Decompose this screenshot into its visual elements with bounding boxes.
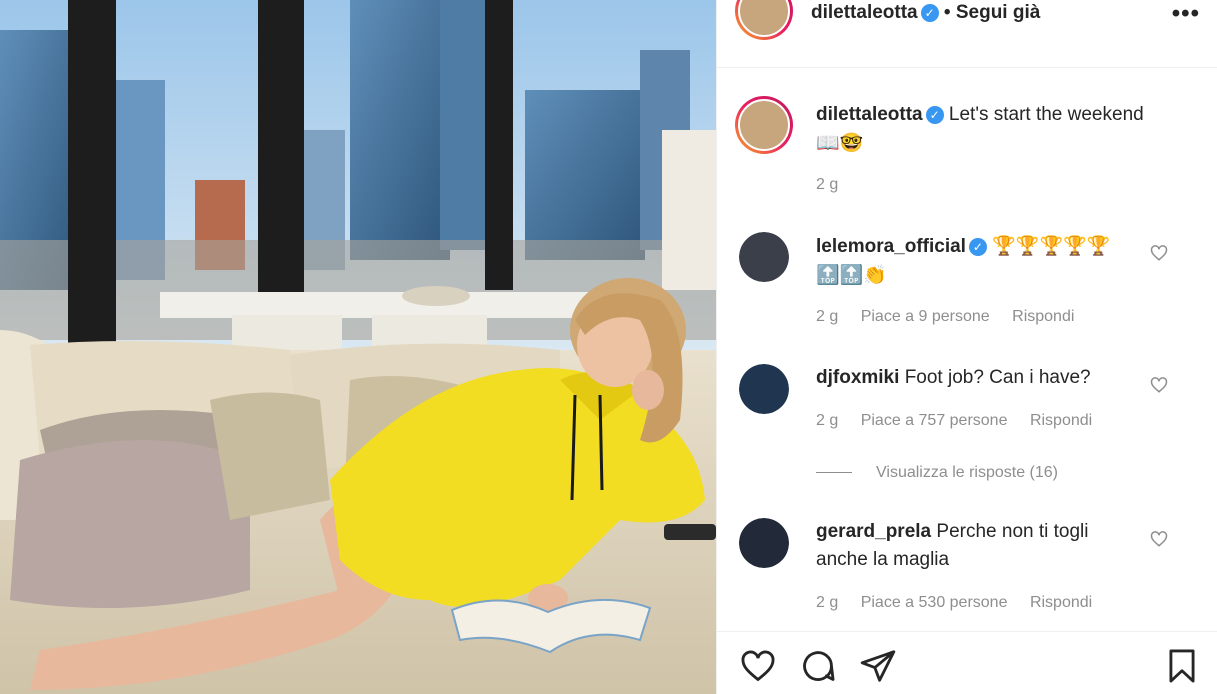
caption-time[interactable]: 2 g <box>816 176 838 194</box>
commenter-avatar[interactable] <box>739 518 789 568</box>
view-replies-label: Visualizza le risposte (16) <box>876 464 1059 481</box>
commenter-username[interactable]: gerard_prela <box>816 521 931 542</box>
caption-text: Let's start the weekend <box>948 104 1144 125</box>
commenter-username[interactable]: lelemora_official <box>816 236 966 257</box>
share-icon[interactable] <box>859 647 897 685</box>
caption-username[interactable]: dilettaleotta <box>816 104 923 125</box>
heart-icon[interactable] <box>739 647 777 685</box>
author-username[interactable]: dilettaleotta <box>811 2 918 23</box>
verified-icon: ✓ <box>920 3 939 22</box>
comment-likes[interactable]: Piace a 757 persone <box>861 412 1008 429</box>
more-icon[interactable]: ••• <box>1172 0 1200 28</box>
post-header: dilettaleotta ✓ • Segui già ••• <box>717 0 1217 68</box>
commenter-username[interactable]: djfoxmiki <box>816 367 899 388</box>
caption-avatar[interactable] <box>735 96 793 154</box>
post-photo[interactable] <box>0 0 716 694</box>
like-comment-heart-icon[interactable] <box>1150 376 1168 394</box>
post-image <box>0 0 716 694</box>
separator: • <box>943 2 951 23</box>
action-bar <box>717 631 1217 694</box>
reply-button[interactable]: Rispondi <box>1030 594 1092 611</box>
comment-likes[interactable]: Piace a 530 persone <box>861 594 1008 611</box>
like-comment-heart-icon[interactable] <box>1150 530 1168 548</box>
verified-icon: ✓ <box>968 237 987 256</box>
post-side-panel: dilettaleotta ✓ • Segui già ••• dilettale… <box>716 0 1217 694</box>
comment-text: Foot job? Can i have? <box>904 367 1091 388</box>
commenter-avatar[interactable] <box>739 232 789 282</box>
comment-time[interactable]: 2 g <box>816 412 838 429</box>
reply-button[interactable]: Rispondi <box>1012 308 1074 325</box>
comment-time[interactable]: 2 g <box>816 308 838 325</box>
author-avatar[interactable] <box>735 0 793 40</box>
follow-status-button[interactable]: Segui già <box>956 2 1040 23</box>
view-replies-button[interactable]: Visualizza le risposte (16) <box>816 464 1058 482</box>
comment-icon[interactable] <box>799 647 837 685</box>
bookmark-icon[interactable] <box>1163 647 1201 685</box>
comment-time[interactable]: 2 g <box>816 594 838 611</box>
reply-button[interactable]: Rispondi <box>1030 412 1092 429</box>
caption-emoji: 📖🤓 <box>816 132 864 154</box>
commenter-avatar[interactable] <box>739 364 789 414</box>
comment-likes[interactable]: Piace a 9 persone <box>861 308 990 325</box>
divider <box>816 472 852 474</box>
like-comment-heart-icon[interactable] <box>1150 244 1168 262</box>
verified-icon: ✓ <box>925 105 944 124</box>
